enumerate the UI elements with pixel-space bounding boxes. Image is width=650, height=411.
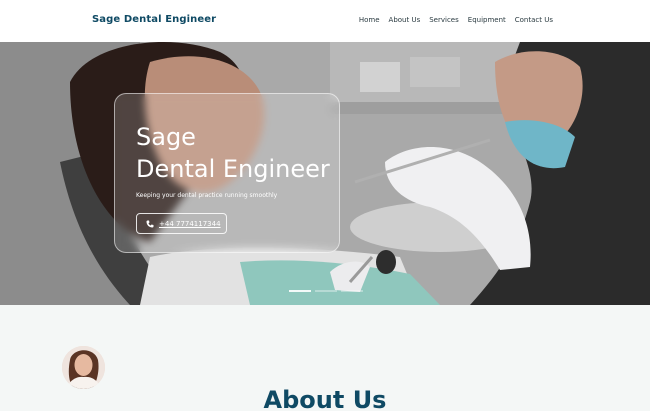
hero-title-line2: Dental Engineer bbox=[136, 155, 330, 183]
hero-title: Sage Dental Engineer bbox=[136, 121, 330, 185]
main-nav: Home About Us Services Equipment Contact… bbox=[359, 16, 553, 24]
slider-dot-1[interactable] bbox=[289, 290, 311, 292]
nav-home[interactable]: Home bbox=[359, 16, 380, 24]
phone-number: +44 7774117344 bbox=[159, 219, 221, 228]
nav-about-us[interactable]: About Us bbox=[389, 16, 421, 24]
about-section: About Us bbox=[0, 305, 650, 411]
slider-pagination bbox=[289, 290, 363, 292]
about-title: About Us bbox=[263, 386, 387, 411]
nav-contact-us[interactable]: Contact Us bbox=[515, 16, 553, 24]
site-header: Sage Dental Engineer Home About Us Servi… bbox=[0, 0, 650, 42]
avatar-portrait bbox=[62, 346, 105, 389]
slider-dot-3[interactable] bbox=[341, 290, 363, 292]
site-logo-text[interactable]: Sage Dental Engineer bbox=[92, 14, 216, 25]
slider-dot-2[interactable] bbox=[315, 290, 337, 292]
phone-icon bbox=[146, 220, 154, 227]
hero-slider: Sage Dental Engineer Keeping your dental… bbox=[0, 42, 650, 305]
nav-services[interactable]: Services bbox=[429, 16, 459, 24]
hero-subtitle: Keeping your dental practice running smo… bbox=[136, 192, 278, 199]
hero-card: Sage Dental Engineer Keeping your dental… bbox=[114, 93, 340, 253]
nav-equipment[interactable]: Equipment bbox=[468, 16, 506, 24]
avatar bbox=[62, 346, 105, 389]
hero-title-line1: Sage bbox=[136, 123, 196, 151]
call-phone-button[interactable]: +44 7774117344 bbox=[136, 213, 227, 234]
